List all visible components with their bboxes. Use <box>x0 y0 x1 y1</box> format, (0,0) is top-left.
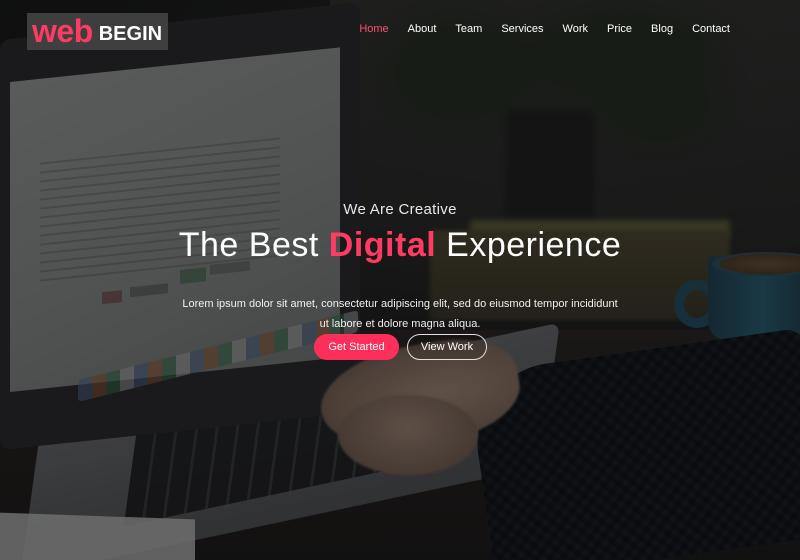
headline-text: The Best <box>178 226 319 264</box>
hero-headline: The Best Digital Experience <box>0 226 800 265</box>
site-header: web BEGIN Home About Team Services Work … <box>0 0 800 62</box>
nav-item-contact[interactable]: Contact <box>692 23 730 35</box>
nav-item-blog[interactable]: Blog <box>651 23 673 35</box>
nav-item-price[interactable]: Price <box>607 23 632 35</box>
headline-text: Experience <box>446 226 622 264</box>
nav-item-services[interactable]: Services <box>501 23 543 35</box>
nav-item-about[interactable]: About <box>408 23 437 35</box>
logo-primary-text: web <box>32 13 93 49</box>
headline-accent: Digital <box>328 226 437 264</box>
hero-kicker: We Are Creative <box>343 201 457 218</box>
nav-item-team[interactable]: Team <box>455 23 482 35</box>
nav-item-home[interactable]: Home <box>359 23 388 35</box>
nav-item-work[interactable]: Work <box>563 23 588 35</box>
hero-description: Lorem ipsum dolor sit amet, consectetur … <box>182 298 618 330</box>
logo-secondary-text: BEGIN <box>98 23 163 45</box>
view-work-button[interactable]: View Work <box>407 334 487 360</box>
hero-section: We Are Creative The Best Digital Experie… <box>0 0 800 560</box>
site-logo[interactable]: web BEGIN <box>27 13 169 50</box>
get-started-button[interactable]: Get Started <box>314 334 399 360</box>
main-navigation: Home About Team Services Work Price Blog… <box>340 23 730 35</box>
